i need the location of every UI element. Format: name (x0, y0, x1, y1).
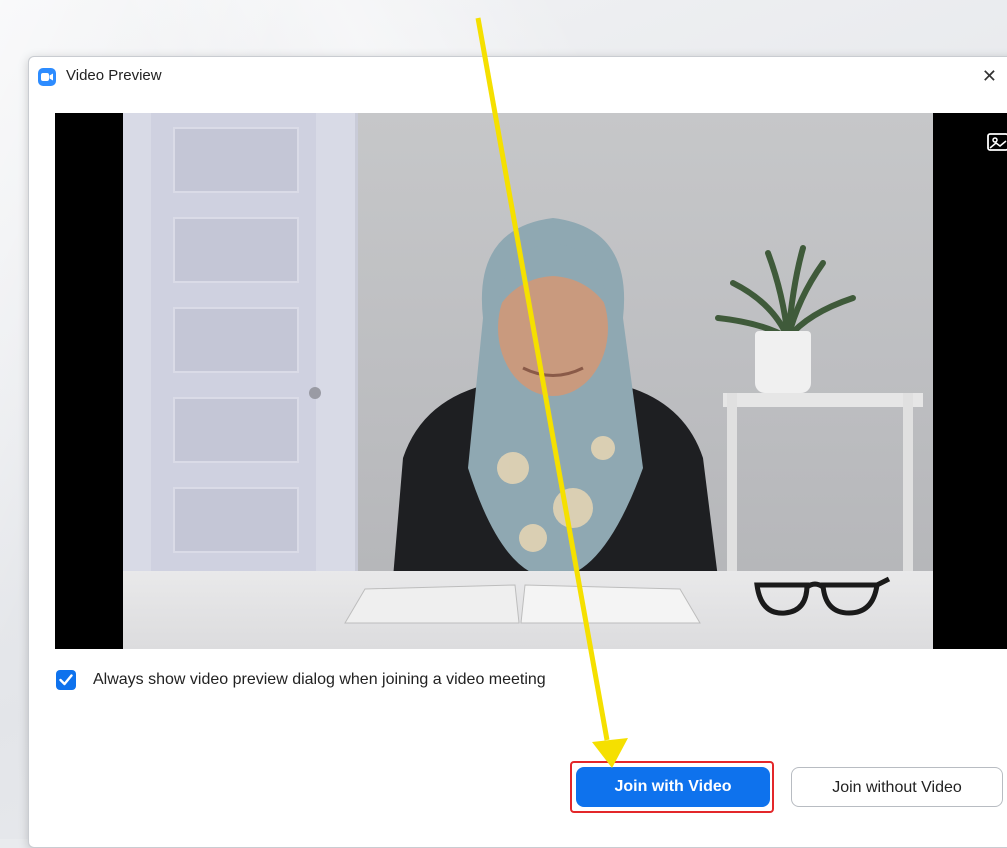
dialog-titlebar: Video Preview ✕ (29, 57, 1007, 97)
join-with-video-button[interactable]: Join with Video (576, 767, 770, 807)
door-panel (173, 217, 299, 283)
plant-pot (755, 331, 811, 393)
person (393, 218, 718, 578)
dialog-title: Video Preview (66, 67, 162, 84)
close-icon[interactable]: ✕ (982, 66, 997, 87)
video-preview-dialog: Video Preview ✕ Always show video previe… (28, 56, 1007, 848)
door-panel (173, 397, 299, 463)
open-book (344, 584, 701, 624)
zoom-camera-icon (38, 68, 56, 86)
door (151, 113, 316, 583)
change-background-icon[interactable] (987, 133, 1007, 151)
always-show-preview-checkbox[interactable] (56, 670, 76, 690)
door-knob (309, 387, 321, 399)
door-panel (173, 307, 299, 373)
camera-feed (123, 113, 933, 649)
video-preview (55, 113, 1007, 649)
shelf-leg (903, 393, 913, 583)
door-panel (173, 487, 299, 553)
door-panel (173, 127, 299, 193)
join-without-video-button[interactable]: Join without Video (791, 767, 1003, 807)
shelf (723, 393, 923, 407)
eyeglasses (754, 576, 891, 616)
plant (715, 245, 856, 341)
always-show-preview-label: Always show video preview dialog when jo… (93, 671, 546, 688)
